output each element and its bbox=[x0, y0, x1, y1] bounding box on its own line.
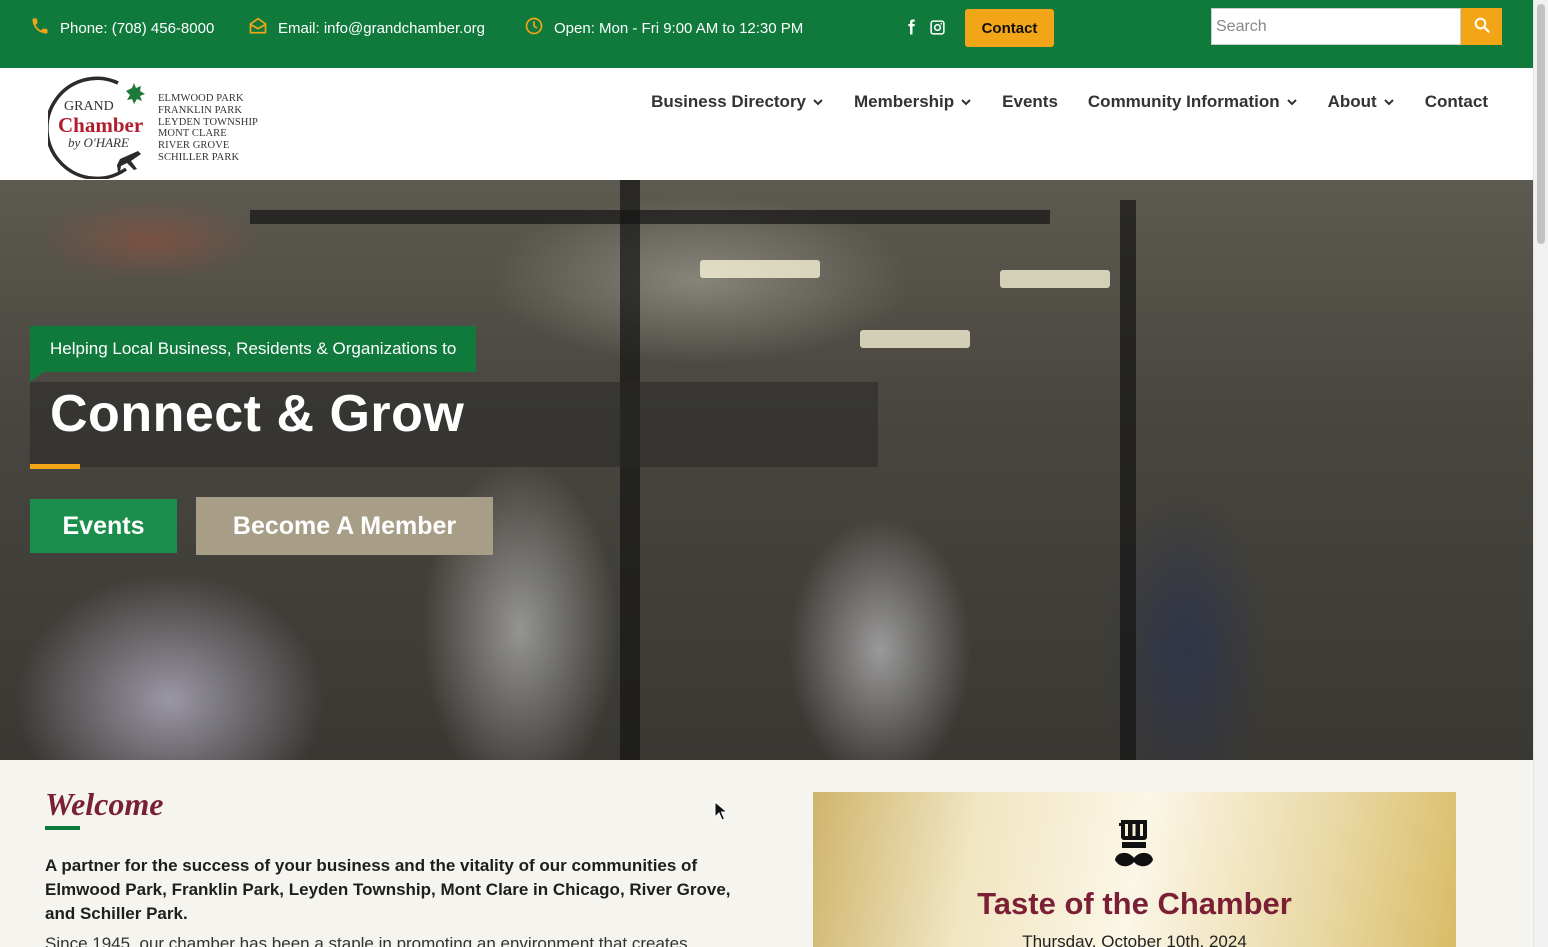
event-date: Thursday, October 10th, 2024 bbox=[1022, 932, 1247, 947]
chevron-down-icon bbox=[1286, 99, 1297, 106]
hero-photo-detail bbox=[1120, 200, 1136, 760]
mouse-cursor-icon bbox=[714, 801, 728, 821]
hero-photo-detail bbox=[1000, 270, 1110, 288]
hero-photo-detail bbox=[620, 180, 640, 760]
top-contact-button[interactable]: Contact bbox=[965, 9, 1054, 47]
logo-towns: ELMWOOD PARK FRANKLIN PARK LEYDEN TOWNSH… bbox=[158, 93, 258, 163]
hero-photo-detail bbox=[700, 260, 820, 278]
nav-community-information[interactable]: Community Information bbox=[1088, 90, 1298, 114]
hero-photo-detail bbox=[860, 330, 970, 348]
chef-hat-icon bbox=[1115, 820, 1153, 867]
phone-text: Phone: (708) 456-8000 bbox=[60, 19, 215, 37]
phone-icon bbox=[30, 16, 50, 40]
hero-events-button[interactable]: Events bbox=[30, 499, 177, 553]
site-logo[interactable]: GRAND Chamber by O'HARE ELMWOOD PARK FRA… bbox=[48, 71, 258, 179]
hero-headline-rule bbox=[30, 464, 80, 469]
hero-tagline: Helping Local Business, Residents & Orga… bbox=[30, 326, 477, 382]
nav-contact[interactable]: Contact bbox=[1425, 90, 1488, 114]
page-scrollbar[interactable] bbox=[1533, 0, 1548, 947]
welcome-body: Since 1945, our chamber has been a stapl… bbox=[45, 934, 688, 947]
email-info[interactable]: Email: info@grandchamber.org bbox=[248, 0, 485, 56]
clock-icon bbox=[524, 16, 544, 40]
search-input[interactable] bbox=[1211, 8, 1461, 45]
chevron-down-icon bbox=[961, 99, 971, 106]
facebook-icon[interactable] bbox=[902, 17, 920, 37]
chevron-down-icon bbox=[1384, 99, 1394, 106]
hero-headline: Connect & Grow bbox=[50, 385, 465, 443]
welcome-title: Welcome bbox=[45, 786, 164, 822]
search-button[interactable] bbox=[1461, 8, 1502, 45]
featured-event-card[interactable]: Taste of the Chamber Thursday, October 1… bbox=[813, 792, 1456, 947]
nav-events[interactable]: Events bbox=[1002, 90, 1058, 114]
logo-ohare: by O'HARE bbox=[68, 135, 129, 150]
main-nav: Business Directory Membership Events Com… bbox=[651, 90, 1488, 114]
hero-photo-detail bbox=[250, 210, 1050, 224]
nav-membership[interactable]: Membership bbox=[854, 90, 972, 114]
scrollbar-thumb[interactable] bbox=[1537, 4, 1545, 244]
instagram-icon[interactable] bbox=[928, 17, 946, 37]
nav-about[interactable]: About bbox=[1328, 90, 1395, 114]
nav-business-directory[interactable]: Business Directory bbox=[651, 90, 824, 114]
event-title: Taste of the Chamber bbox=[977, 886, 1292, 921]
chevron-down-icon bbox=[813, 99, 823, 106]
phone-info[interactable]: Phone: (708) 456-8000 bbox=[30, 0, 214, 56]
search-icon bbox=[1473, 16, 1491, 37]
hero-become-member-button[interactable]: Become A Member bbox=[196, 497, 493, 555]
hours-text: Open: Mon - Fri 9:00 AM to 12:30 PM bbox=[554, 19, 804, 37]
site-header: GRAND Chamber by O'HARE ELMWOOD PARK FRA… bbox=[0, 68, 1533, 180]
top-bar: Phone: (708) 456-8000 Email: info@grandc… bbox=[0, 0, 1533, 68]
email-text: Email: info@grandchamber.org bbox=[278, 19, 485, 37]
envelope-icon bbox=[248, 16, 268, 40]
hours-info: Open: Mon - Fri 9:00 AM to 12:30 PM bbox=[524, 0, 803, 56]
hero-banner: Helping Local Business, Residents & Orga… bbox=[0, 180, 1533, 760]
page: Phone: (708) 456-8000 Email: info@grandc… bbox=[0, 0, 1533, 947]
welcome-lead: A partner for the success of your busine… bbox=[45, 856, 731, 923]
welcome-rule bbox=[45, 826, 80, 830]
